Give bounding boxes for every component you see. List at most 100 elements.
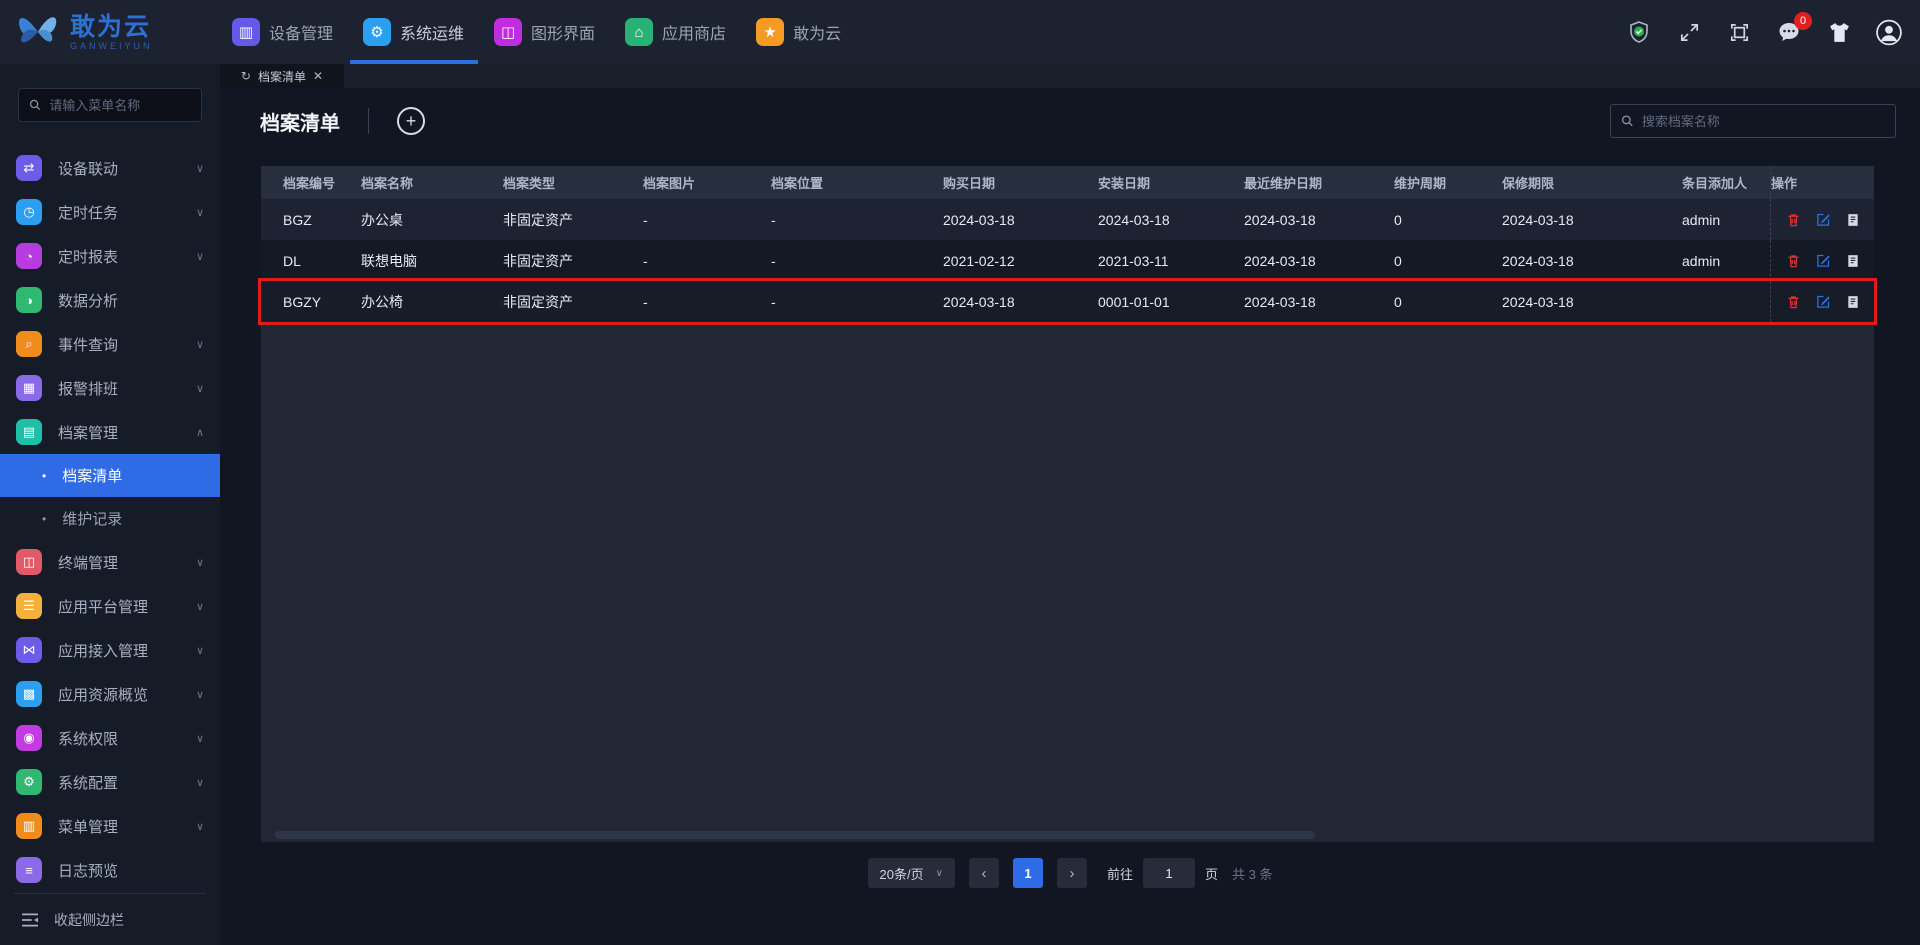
bullet-icon: • — [42, 511, 47, 526]
table-row-highlighted[interactable]: BGZY 办公椅 非固定资产 - - 2024-03-18 0001-01-01… — [261, 281, 1874, 322]
theme-shirt-icon[interactable] — [1826, 19, 1852, 45]
delete-icon[interactable] — [1785, 212, 1801, 228]
chevron-down-icon: ∨ — [195, 206, 204, 219]
sidebar-item-app-resource-overview[interactable]: ▩ 应用资源概览 ∨ — [0, 672, 220, 716]
message-count-badge: 0 — [1794, 12, 1812, 30]
sidebar-item-alarm-scheduling[interactable]: ▦ 报警排班 ∨ — [0, 366, 220, 410]
sidebar-item-archive-management[interactable]: ▤ 档案管理 ∧ — [0, 410, 220, 454]
data-analysis-icon: ◑ — [16, 287, 42, 313]
edit-icon[interactable] — [1815, 212, 1831, 228]
archive-list-page: 档案清单 + 档案编号 档案名称 档案类型 档案图片 档案位置 — [220, 88, 1920, 945]
app-access-icon: ⋈ — [16, 637, 42, 663]
table-row[interactable]: DL 联想电脑 非固定资产 - - 2021-02-12 2021-03-11 … — [261, 240, 1874, 281]
document-icon[interactable] — [1845, 294, 1861, 310]
sidebar-item-log-preview[interactable]: ≡ 日志预览 — [0, 848, 220, 892]
add-archive-button[interactable]: + — [397, 107, 425, 135]
screen-capture-icon[interactable] — [1726, 19, 1752, 45]
bullet-icon: • — [42, 468, 47, 483]
sidebar-item-data-analysis[interactable]: ◑ 数据分析 — [0, 278, 220, 322]
top-tabs: ▥ 设备管理 ⚙ 系统运维 ◫ 图形界面 ⌂ 应用商店 ★ 敢为云 — [232, 0, 841, 64]
sidebar-item-device-linkage[interactable]: ⇄ 设备联动 ∨ — [0, 146, 220, 190]
chevron-down-icon: ∨ — [195, 644, 204, 657]
main-content: ↻ 档案清单 ✕ 档案清单 + 档案编号 — [220, 64, 1920, 945]
user-avatar[interactable] — [1876, 19, 1902, 45]
archive-search-input[interactable] — [1641, 113, 1885, 129]
scheduled-reports-icon: ◔ — [16, 243, 42, 269]
sidebar-item-terminal-management[interactable]: ◫ 终端管理 ∨ — [0, 540, 220, 584]
prev-page-button[interactable]: ‹ — [968, 858, 999, 888]
device-linkage-icon: ⇄ — [16, 155, 42, 181]
page-title: 档案清单 — [260, 112, 340, 135]
collapse-sidebar-button[interactable]: 收起侧边栏 — [14, 893, 206, 945]
chevron-down-icon: ∨ — [195, 556, 204, 569]
document-icon[interactable] — [1845, 212, 1861, 228]
chevron-down-icon: ∨ — [195, 776, 204, 789]
close-tab-icon[interactable]: ✕ — [313, 69, 323, 83]
chevron-down-icon: ∨ — [195, 338, 204, 351]
sidebar-item-system-configuration[interactable]: ⚙ 系统配置 ∨ — [0, 760, 220, 804]
menu-management-icon: ▥ — [16, 813, 42, 839]
document-icon[interactable] — [1845, 253, 1861, 269]
sidebar-item-app-access-management[interactable]: ⋈ 应用接入管理 ∨ — [0, 628, 220, 672]
horizontal-scrollbar[interactable] — [275, 831, 1315, 839]
terminal-management-icon: ◫ — [16, 549, 42, 575]
system-operations-icon: ⚙ — [363, 18, 392, 46]
fullscreen-icon[interactable] — [1676, 19, 1702, 45]
total-count-label: 共 3 条 — [1231, 866, 1273, 882]
search-icon — [29, 99, 41, 111]
refresh-tab-icon[interactable]: ↻ — [241, 69, 251, 83]
app-resource-icon: ▩ — [16, 681, 42, 707]
butterfly-logo-icon — [18, 17, 57, 43]
chevron-down-icon: ∨ — [195, 732, 204, 745]
messages-icon[interactable]: 0 — [1776, 12, 1812, 45]
archive-search-box[interactable] — [1610, 104, 1896, 138]
content-tab-archive-list[interactable]: ↻ 档案清单 ✕ — [220, 64, 344, 88]
chevron-up-icon: ∧ — [195, 426, 204, 439]
content-tabstrip: ↻ 档案清单 ✕ — [220, 64, 1920, 88]
table-row[interactable]: BGZ 办公桌 非固定资产 - - 2024-03-18 2024-03-18 … — [261, 199, 1874, 240]
chevron-down-icon: ∨ — [195, 162, 204, 175]
top-tab-system-operations[interactable]: ⚙ 系统运维 — [363, 0, 464, 64]
row-actions — [1770, 281, 1874, 322]
log-preview-icon: ≡ — [16, 857, 42, 883]
sidebar-item-menu-management[interactable]: ▥ 菜单管理 ∨ — [0, 804, 220, 848]
sidebar-item-system-permissions[interactable]: ◉ 系统权限 ∨ — [0, 716, 220, 760]
device-management-icon: ▥ — [232, 18, 260, 46]
sidebar-search-input[interactable] — [49, 97, 191, 113]
sidebar-menu: ⇄ 设备联动 ∨ ◷ 定时任务 ∨ ◔ 定时报表 ∨ ◑ 数据分析 ⌕ 事件查询… — [0, 138, 220, 893]
top-tab-graphic-interface[interactable]: ◫ 图形界面 — [494, 0, 595, 64]
sidebar-subitem-maintenance-records[interactable]: • 维护记录 — [0, 497, 220, 540]
table-empty-area — [261, 322, 1874, 842]
security-shield-icon[interactable] — [1626, 19, 1652, 45]
next-page-button[interactable]: › — [1056, 858, 1087, 888]
topbar-action-icons: 0 — [1626, 0, 1902, 64]
top-tab-ganweiyun[interactable]: ★ 敢为云 — [756, 0, 841, 64]
chevron-down-icon: ∨ — [195, 250, 204, 263]
delete-icon[interactable] — [1785, 253, 1801, 269]
goto-page-input[interactable] — [1142, 858, 1195, 888]
app-platform-icon: ☰ — [16, 593, 42, 619]
top-tab-device-management[interactable]: ▥ 设备管理 — [232, 0, 333, 64]
system-configuration-icon: ⚙ — [16, 769, 42, 795]
page-unit-label: 页 — [1204, 866, 1218, 882]
page-size-select[interactable]: 20条/页 ∨ — [867, 858, 955, 888]
sidebar-item-app-platform-management[interactable]: ☰ 应用平台管理 ∨ — [0, 584, 220, 628]
sidebar-item-scheduled-reports[interactable]: ◔ 定时报表 ∨ — [0, 234, 220, 278]
search-icon — [1621, 115, 1633, 127]
edit-icon[interactable] — [1815, 294, 1831, 310]
page-number-button[interactable]: 1 — [1012, 858, 1043, 888]
pagination-bar: 20条/页 ∨ ‹ 1 › 前往 页 共 3 条 — [220, 842, 1920, 904]
top-tab-app-store[interactable]: ⌂ 应用商店 — [625, 0, 726, 64]
sidebar-search-box[interactable] — [18, 88, 202, 122]
event-query-icon: ⌕ — [16, 331, 42, 357]
alarm-scheduling-icon: ▦ — [16, 375, 42, 401]
app-store-icon: ⌂ — [625, 18, 654, 46]
sidebar-subitem-archive-list[interactable]: • 档案清单 — [0, 454, 220, 497]
page-header: 档案清单 + — [220, 88, 1920, 154]
brand-subtitle: GANWEIYUN — [70, 40, 153, 51]
title-divider — [368, 108, 369, 134]
sidebar-item-event-query[interactable]: ⌕ 事件查询 ∨ — [0, 322, 220, 366]
edit-icon[interactable] — [1815, 253, 1831, 269]
delete-icon[interactable] — [1785, 294, 1801, 310]
sidebar-item-scheduled-tasks[interactable]: ◷ 定时任务 ∨ — [0, 190, 220, 234]
